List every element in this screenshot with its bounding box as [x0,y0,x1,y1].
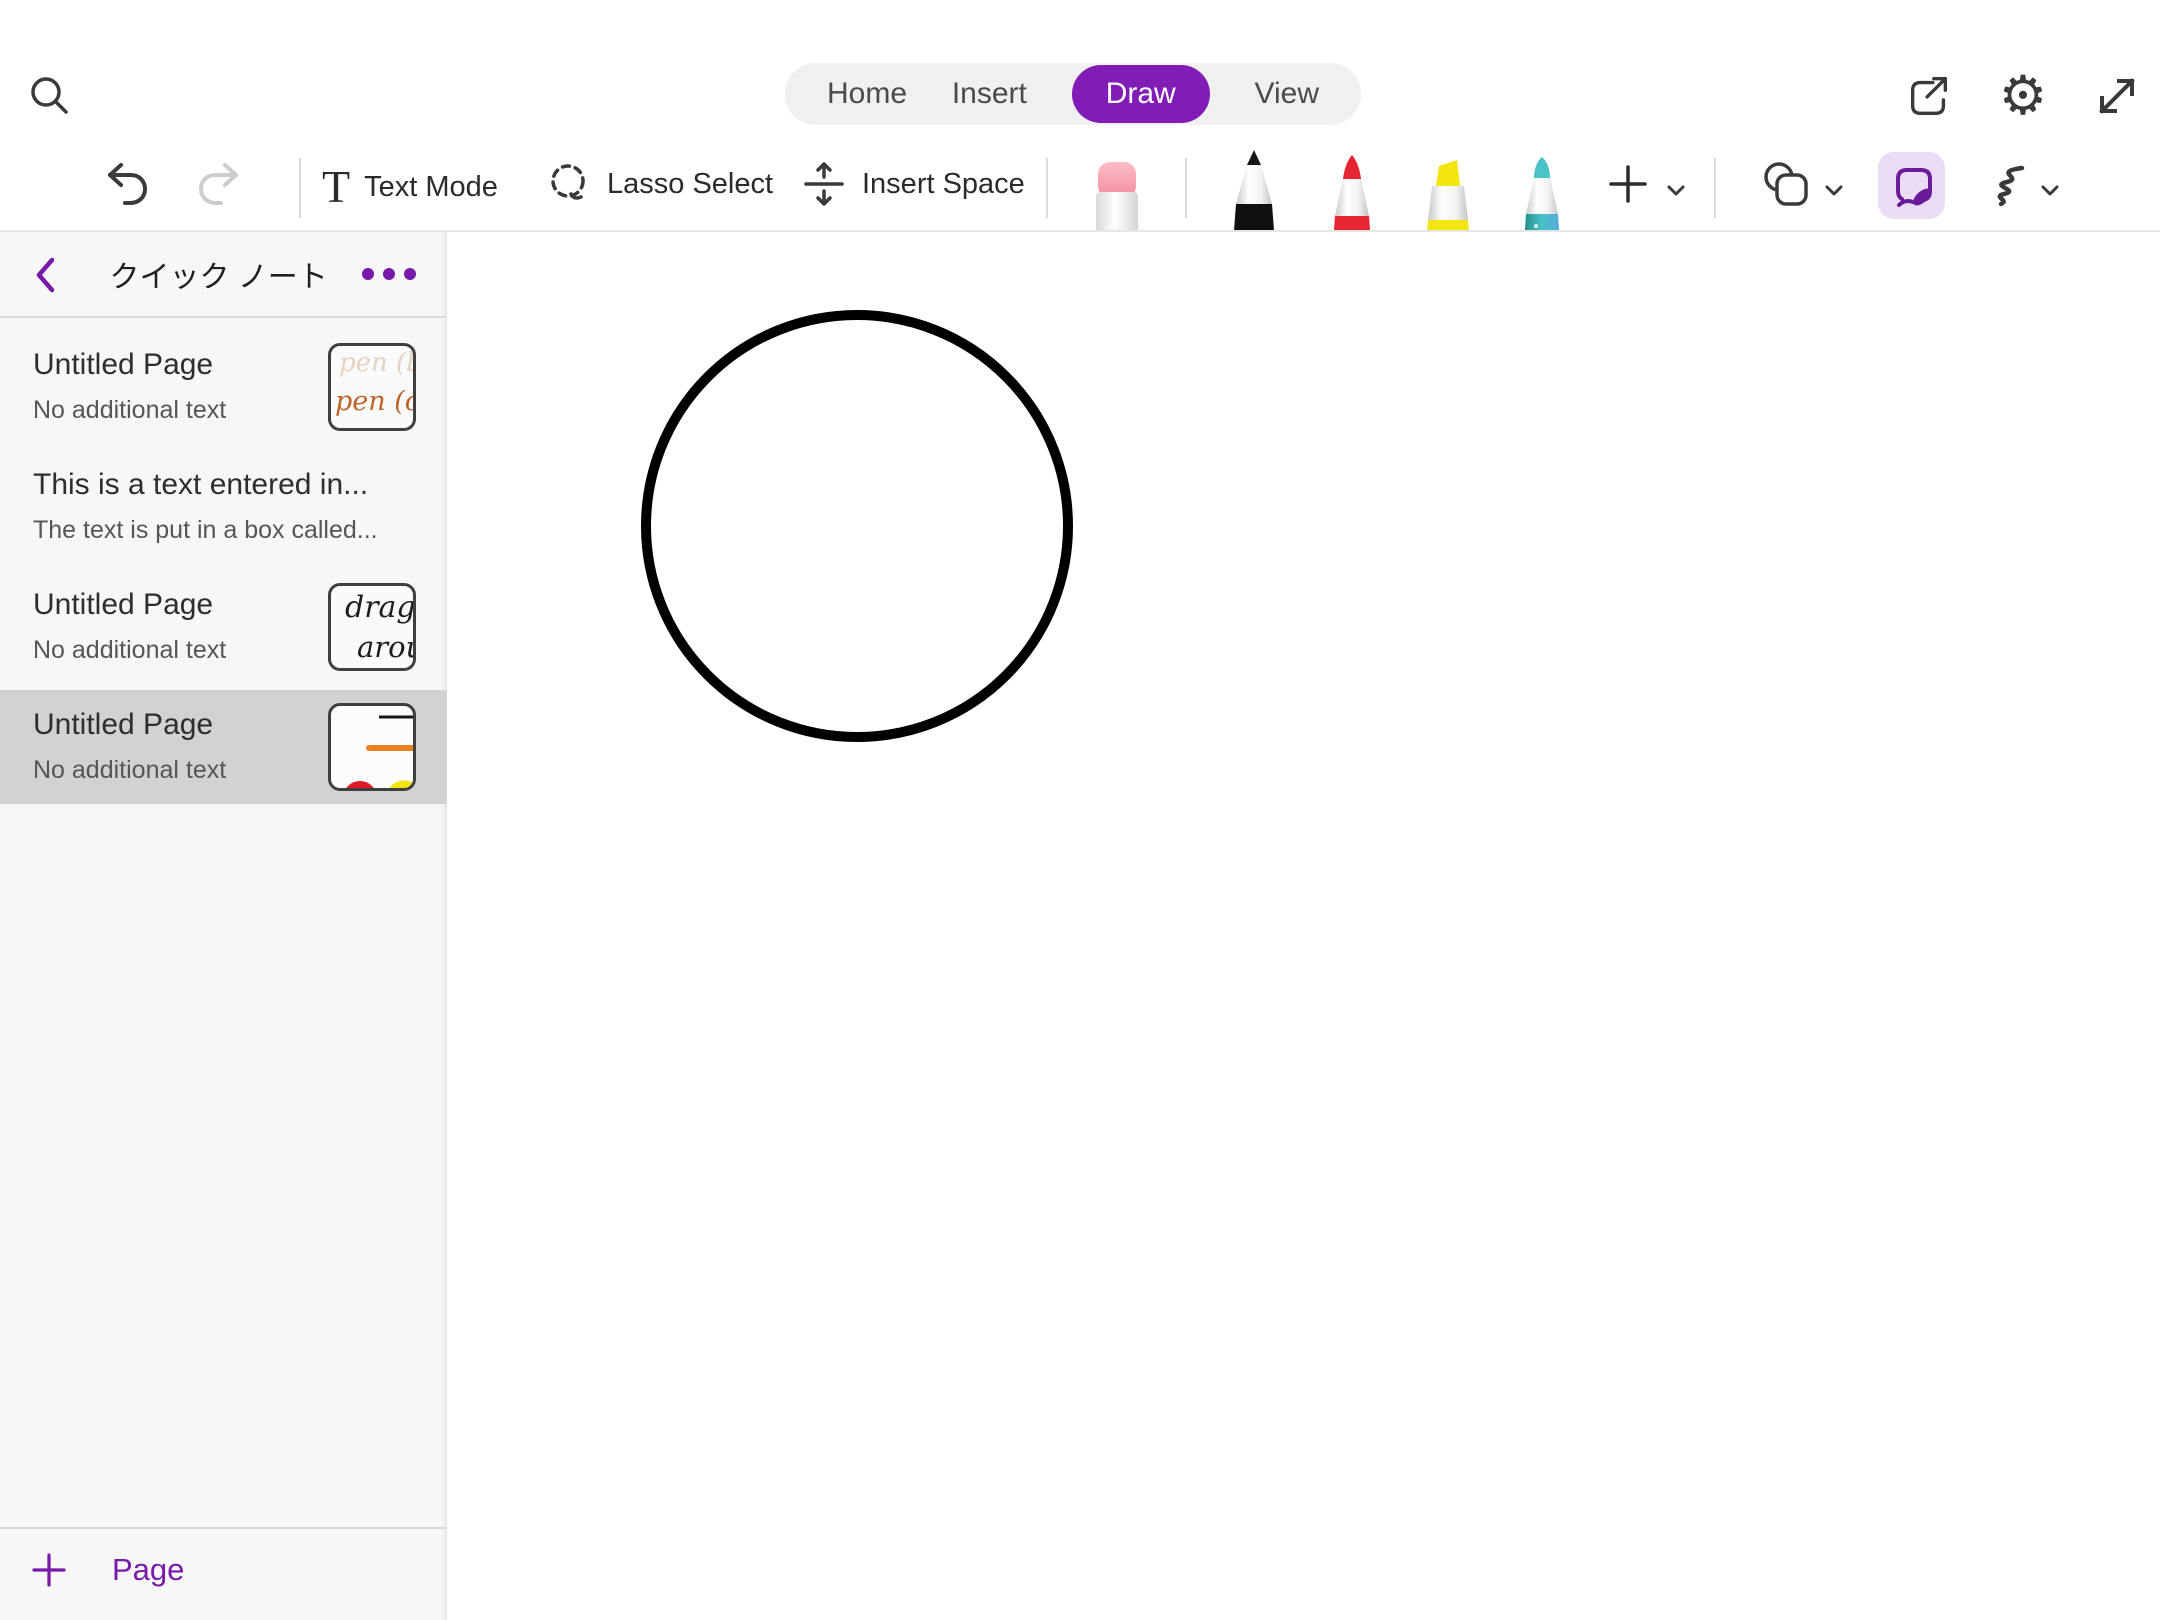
red-pen-icon [1324,152,1380,232]
share-icon [1904,71,1954,121]
chevron-down-icon [2040,184,2060,198]
toolbar-divider [1046,158,1048,218]
ink-to-shape-icon [1889,163,1935,209]
yellow-highlighter-icon [1412,156,1476,232]
section-more-button[interactable] [362,268,416,280]
black-pen-tool[interactable] [1226,150,1282,232]
app-header: Home Insert Draw View ⚙ [0,0,2160,150]
ribbon-tab-bar: Home Insert Draw View [785,63,1361,125]
toolbar-divider [1714,158,1716,218]
page-title: This is a text entered in... [33,468,368,502]
ink-replay-button[interactable] [1976,160,2032,212]
add-page-button[interactable]: Page [30,1551,184,1589]
text-mode-label: Text Mode [364,171,498,204]
black-pen-icon [1226,150,1282,232]
insert-space-button[interactable]: Insert Space [800,160,1025,208]
scribble-icon [1976,160,2032,212]
settings-button[interactable]: ⚙ [1998,71,2048,121]
page-thumbnail: pen (bl pen (ora [328,343,416,431]
plus-icon [30,1551,68,1589]
fullscreen-button[interactable] [2092,71,2142,121]
page-subtitle: No additional text [33,756,226,785]
redo-button[interactable] [192,157,246,211]
undo-button[interactable] [100,157,154,211]
tab-insert[interactable]: Insert [952,77,1027,111]
add-page-label: Page [112,1552,184,1588]
yellow-highlighter-tool[interactable] [1412,156,1476,232]
shapes-chevron[interactable] [1824,184,1844,198]
add-pen-button[interactable] [1606,162,1650,206]
chevron-down-icon [1824,184,1844,198]
page-subtitle: The text is put in a box called... [33,516,378,545]
back-button[interactable] [30,255,62,295]
teal-pen-tool[interactable] [1514,154,1570,232]
lasso-select-button[interactable]: Lasso Select [545,160,773,208]
page-title: Untitled Page [33,348,213,382]
page-title: Untitled Page [33,708,213,742]
tab-draw[interactable]: Draw [1072,65,1210,123]
eraser-tool[interactable] [1088,158,1146,232]
page-list-item[interactable]: This is a text entered in... The text is… [0,450,447,564]
drawing-canvas[interactable] [447,232,2160,1620]
tab-view[interactable]: View [1255,77,1319,111]
notebook-section-title: クイック ノート [109,252,327,296]
toolbar-divider [299,158,301,218]
page-list-item[interactable]: Untitled Page No additional text drag ar… [0,570,447,684]
page-thumbnail: drag arou [328,583,416,671]
page-subtitle: No additional text [33,636,226,665]
page-list-item-selected[interactable]: Untitled Page No additional text [0,690,447,804]
teal-pen-icon [1514,154,1570,232]
drawn-circle [646,315,1068,737]
shapes-icon [1760,160,1812,212]
plus-icon [1606,162,1650,206]
chevron-left-icon [30,255,62,295]
redo-icon [192,157,246,211]
page-list-item[interactable]: Untitled Page No additional text pen (bl… [0,330,447,444]
add-pen-chevron[interactable] [1666,184,1686,198]
expand-icon [2093,72,2141,120]
page-subtitle: No additional text [33,396,226,425]
insert-space-icon [800,160,848,208]
lasso-select-label: Lasso Select [607,168,773,201]
search-icon [26,73,72,119]
undo-icon [100,157,154,211]
header-right-actions: ⚙ [1904,71,2142,121]
ink-replay-chevron[interactable] [2040,184,2060,198]
ink-to-shape-button[interactable] [1878,152,1945,219]
thumbnail-drawing [331,706,416,791]
page-list-sidebar: クイック ノート Untitled Page No additional tex… [0,232,447,1620]
share-button[interactable] [1904,71,1954,121]
text-mode-button[interactable]: T Text Mode [322,164,498,210]
page-title: Untitled Page [33,588,213,622]
chevron-down-icon [1666,184,1686,198]
tab-home[interactable]: Home [827,77,907,111]
red-pen-tool[interactable] [1324,152,1380,232]
insert-space-label: Insert Space [862,168,1025,201]
sidebar-header: クイック ノート [0,232,446,318]
sidebar-footer: Page [0,1527,447,1620]
ellipsis-icon [362,268,374,280]
eraser-icon [1088,158,1146,232]
search-button[interactable] [26,73,72,119]
shapes-button[interactable] [1760,160,1812,212]
ink-layer [447,232,2160,1620]
page-thumbnail [328,703,416,791]
text-mode-icon: T [322,164,350,210]
gear-icon: ⚙ [1999,71,2047,121]
toolbar-divider [1185,158,1187,218]
lasso-icon [545,160,593,208]
draw-toolbar: T Text Mode Lasso Select Insert Space [0,150,2160,232]
